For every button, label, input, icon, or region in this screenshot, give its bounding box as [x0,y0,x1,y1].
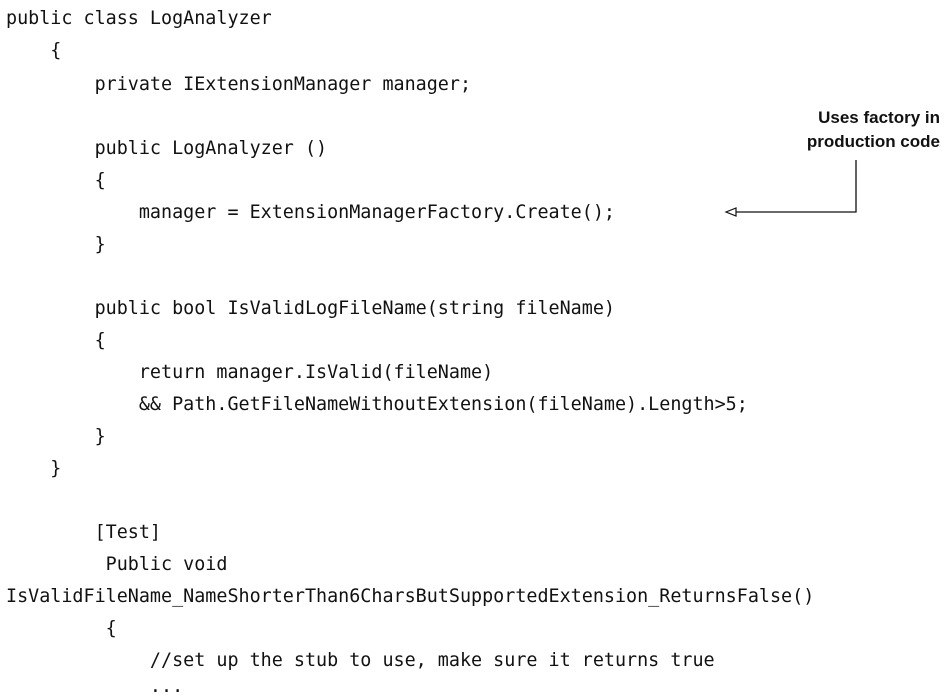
code-listing-page: public class LogAnalyzer { private IExte… [0,0,944,699]
callout-arrowhead-icon [724,207,737,217]
callout-connector [724,160,857,217]
callout-connector-line [735,160,857,213]
